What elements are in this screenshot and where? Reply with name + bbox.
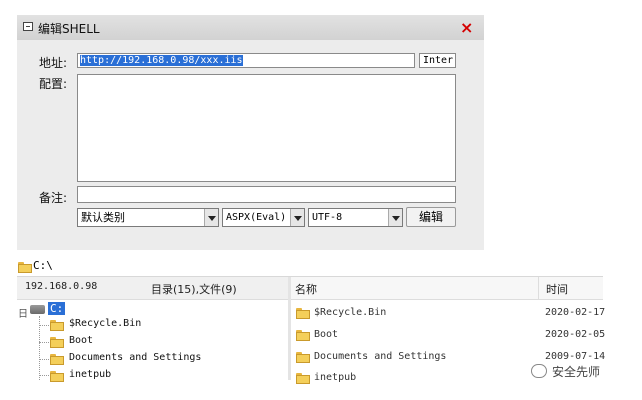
item-counts: 目录(15),文件(9) bbox=[151, 283, 237, 296]
script-type-value: ASPX(Eval) bbox=[226, 212, 287, 223]
file-manager: C:\ 192.168.0.98 目录(15),文件(9) 名称 时间 日 C:… bbox=[17, 256, 606, 384]
folder-icon bbox=[296, 330, 310, 341]
file-row-time: 2020-02-05 bbox=[545, 329, 606, 340]
close-button[interactable]: × bbox=[460, 18, 473, 37]
tree-item[interactable]: $Recycle.Bin bbox=[69, 318, 141, 329]
folder-icon bbox=[296, 352, 310, 363]
folder-icon bbox=[296, 373, 310, 384]
note-label: 备注: bbox=[39, 191, 68, 205]
file-row-name[interactable]: Boot bbox=[314, 329, 338, 340]
tree-branch bbox=[39, 359, 49, 360]
wechat-icon bbox=[531, 364, 547, 378]
category-value: 默认类别 bbox=[81, 211, 125, 224]
folder-icon bbox=[50, 320, 64, 331]
edit-button[interactable]: 编辑 bbox=[406, 207, 456, 227]
column-name-header[interactable]: 名称 bbox=[295, 281, 317, 297]
type-field[interactable]: Inter bbox=[419, 53, 456, 68]
tree-branch bbox=[39, 375, 49, 376]
tree-header: 192.168.0.98 目录(15),文件(9) bbox=[17, 277, 288, 300]
chevron-down-icon bbox=[290, 209, 304, 226]
drive-icon bbox=[30, 305, 45, 314]
tree-item[interactable]: inetpub bbox=[69, 369, 111, 380]
column-separator[interactable] bbox=[538, 277, 539, 299]
tree-item[interactable]: Boot bbox=[69, 335, 93, 346]
file-row-time: 2009-07-14 bbox=[545, 351, 606, 362]
tree-branch bbox=[39, 325, 49, 326]
chevron-down-icon bbox=[388, 209, 402, 226]
folder-icon bbox=[18, 262, 32, 273]
charset-value: UTF-8 bbox=[312, 212, 343, 223]
url-input[interactable]: http://192.168.0.98/xxx.iis bbox=[77, 53, 415, 68]
dialog-titlebar: 编辑SHELL × bbox=[17, 15, 484, 40]
folder-icon bbox=[50, 371, 64, 382]
charset-select[interactable]: UTF-8 bbox=[308, 208, 403, 227]
edit-shell-dialog: 编辑SHELL × 地址: http://192.168.0.98/xxx.ii… bbox=[17, 15, 484, 250]
config-textarea[interactable] bbox=[77, 74, 456, 182]
folder-icon bbox=[296, 308, 310, 319]
tree-collapse-toggle[interactable]: 日 bbox=[18, 305, 28, 320]
watermark-text: 安全先师 bbox=[552, 365, 601, 379]
window-icon bbox=[23, 22, 33, 31]
file-list-header: 名称 时间 bbox=[291, 277, 603, 300]
config-label: 配置: bbox=[39, 77, 68, 91]
folder-icon bbox=[50, 354, 64, 365]
tree-branch bbox=[39, 342, 49, 343]
script-type-select[interactable]: ASPX(Eval) bbox=[222, 208, 305, 227]
dialog-title: 编辑SHELL bbox=[38, 22, 100, 36]
path-bar: C:\ bbox=[17, 256, 603, 277]
url-label: 地址: bbox=[39, 56, 68, 70]
file-row-time: 2020-02-17 bbox=[545, 307, 606, 318]
file-row-name[interactable]: $Recycle.Bin bbox=[314, 307, 386, 318]
folder-icon bbox=[50, 337, 64, 348]
file-row-name[interactable]: inetpub bbox=[314, 372, 356, 383]
host-address: 192.168.0.98 bbox=[25, 281, 98, 292]
chevron-down-icon bbox=[204, 209, 218, 226]
tree-item[interactable]: Documents and Settings bbox=[69, 352, 201, 363]
note-input[interactable] bbox=[77, 186, 456, 203]
tree-drive-c[interactable]: C: bbox=[48, 302, 66, 315]
path-text[interactable]: C:\ bbox=[33, 259, 53, 272]
column-time-header[interactable]: 时间 bbox=[546, 281, 568, 297]
category-select[interactable]: 默认类别 bbox=[77, 208, 219, 227]
file-row-name[interactable]: Documents and Settings bbox=[314, 351, 446, 362]
